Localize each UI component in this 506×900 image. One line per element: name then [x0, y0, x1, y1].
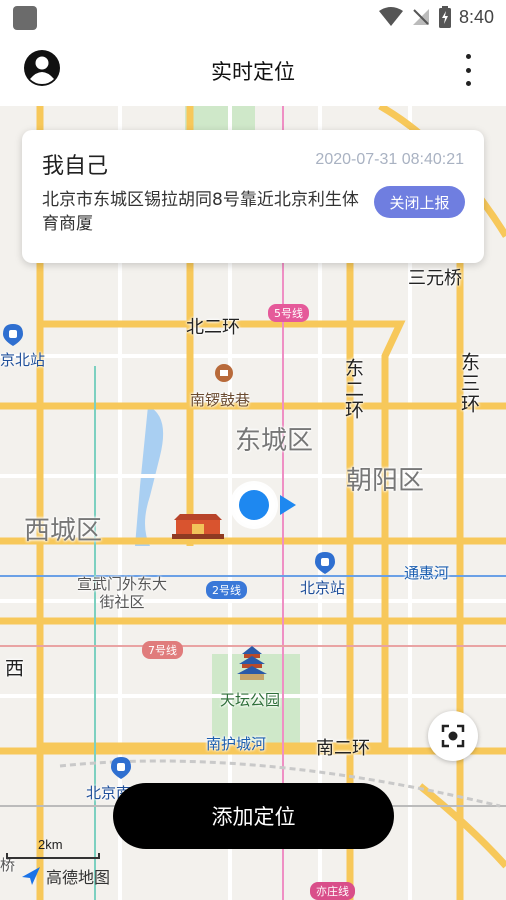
road-label: 三元桥	[408, 268, 462, 289]
amap-logo: 高德地图	[20, 864, 110, 888]
district-label: 东城区	[235, 426, 314, 456]
user-name: 我自己	[42, 154, 109, 179]
status-time: 8:40	[458, 6, 494, 27]
status-icons: 8:40	[378, 5, 494, 29]
poi-label: 通惠河	[404, 564, 450, 582]
station-label: 北京站	[300, 579, 346, 597]
district-label: 朝阳区	[346, 466, 425, 496]
temple-of-heaven-icon	[237, 646, 267, 680]
locate-icon	[441, 724, 465, 748]
road-label: 南二环	[316, 738, 370, 759]
more-vert-icon[interactable]	[458, 54, 478, 86]
road-label: 东三环	[458, 352, 480, 415]
road-label: 西	[2, 658, 24, 679]
poi-label: 南锣鼓巷	[190, 391, 251, 409]
forbidden-city-icon	[172, 514, 224, 539]
district-label: 西城区	[24, 516, 103, 546]
map-scale-label: 2km	[38, 837, 63, 852]
station-marker-icon	[111, 757, 131, 779]
wifi-icon	[378, 7, 403, 26]
stop-reporting-button[interactable]: 关闭上报	[374, 186, 465, 218]
add-location-button[interactable]: 添加定位	[113, 783, 394, 849]
poi-label: 宣武门外东大街社区	[76, 575, 167, 611]
locate-button[interactable]	[428, 711, 478, 761]
location-address: 北京市东城区锡拉胡同8号靠近北京利生体育商厦	[42, 190, 359, 234]
road-label: 北二环	[186, 317, 240, 338]
station-marker-icon	[3, 324, 23, 346]
page-title: 实时定位	[211, 60, 295, 84]
battery-icon	[438, 6, 451, 28]
amap-logo-icon	[22, 867, 40, 885]
status-bar: 8:40	[0, 0, 506, 34]
subway-line-label: 亦庄线	[310, 882, 355, 900]
location-dot-icon	[230, 481, 296, 529]
poi-label: 天坛公园	[220, 691, 281, 709]
poi-marker-icon	[215, 364, 233, 382]
location-timestamp: 2020-07-31 08:40:21	[315, 151, 464, 168]
road-label: 东二环	[342, 358, 364, 421]
subway-line-label: 2号线	[206, 581, 247, 599]
subway-line-label: 7号线	[142, 641, 183, 659]
poi-label: 南护城河	[206, 735, 267, 753]
amap-logo-text: 高德地图	[46, 868, 111, 887]
station-marker-icon	[315, 552, 335, 574]
map-scale-bar	[6, 853, 100, 859]
station-label: 京北站	[0, 351, 46, 369]
app-bar: 实时定位	[0, 34, 506, 106]
app-icon	[13, 6, 37, 30]
location-info-card: 我自己 2020-07-31 08:40:21 北京市东城区锡拉胡同8号靠近北京…	[22, 130, 484, 263]
signal-off-icon	[412, 9, 429, 25]
subway-line-label: 5号线	[268, 304, 309, 322]
